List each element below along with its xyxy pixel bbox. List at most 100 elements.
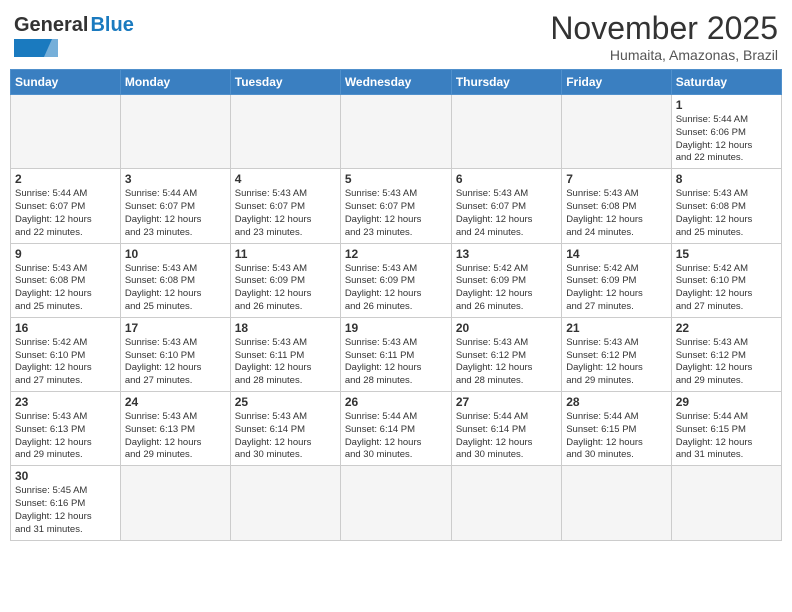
day-number: 20: [456, 321, 557, 335]
day-cell: 29Sunrise: 5:44 AMSunset: 6:15 PMDayligh…: [671, 392, 781, 466]
day-cell: 22 Sunrise: 5:43 AMSunset: 6:12 PMDayligh…: [671, 317, 781, 391]
day-info: Sunrise: 5:44 AMSunset: 6:15 PMDaylight:…: [566, 411, 666, 462]
day-cell: 1Sunrise: 5:44 AMSunset: 6:06 PMDaylight…: [671, 95, 781, 169]
day-number: 8: [676, 172, 777, 186]
day-info: Sunrise: 5:43 AMSunset: 6:12 PMDaylight:…: [676, 337, 777, 388]
day-number: 19: [345, 321, 447, 335]
week-row-5: 23Sunrise: 5:43 AMSunset: 6:13 PMDayligh…: [11, 392, 782, 466]
day-number: 17: [125, 321, 226, 335]
logo: General Blue: [14, 10, 134, 57]
day-cell: [120, 466, 230, 540]
day-info: Sunrise: 5:42 AMSunset: 6:09 PMDaylight:…: [566, 263, 666, 314]
day-cell: [340, 466, 451, 540]
day-number: 12: [345, 247, 447, 261]
day-cell: 27Sunrise: 5:44 AMSunset: 6:14 PMDayligh…: [451, 392, 561, 466]
day-info: Sunrise: 5:43 AMSunset: 6:09 PMDaylight:…: [235, 263, 336, 314]
day-cell: 2 Sunrise: 5:44 AMSunset: 6:07 PMDaylight…: [11, 169, 121, 243]
logo-icon: [14, 39, 58, 57]
day-cell: 7 Sunrise: 5:43 AMSunset: 6:08 PMDaylight…: [562, 169, 671, 243]
day-info: Sunrise: 5:43 AMSunset: 6:08 PMDaylight:…: [676, 188, 777, 239]
day-cell: 16 Sunrise: 5:42 AMSunset: 6:10 PMDayligh…: [11, 317, 121, 391]
day-info: Sunrise: 5:43 AMSunset: 6:11 PMDaylight:…: [345, 337, 447, 388]
day-cell: 13 Sunrise: 5:42 AMSunset: 6:09 PMDayligh…: [451, 243, 561, 317]
day-cell: [120, 95, 230, 169]
day-cell: 20 Sunrise: 5:43 AMSunset: 6:12 PMDayligh…: [451, 317, 561, 391]
day-cell: 18Sunrise: 5:43 AMSunset: 6:11 PMDayligh…: [230, 317, 340, 391]
day-cell: [562, 95, 671, 169]
weekday-header-tuesday: Tuesday: [230, 70, 340, 95]
day-info: Sunrise: 5:42 AMSunset: 6:09 PMDaylight:…: [456, 263, 557, 314]
day-cell: 30Sunrise: 5:45 AMSunset: 6:16 PMDayligh…: [11, 466, 121, 540]
day-cell: 25 Sunrise: 5:43 AMSunset: 6:14 PMDayligh…: [230, 392, 340, 466]
week-row-6: 30Sunrise: 5:45 AMSunset: 6:16 PMDayligh…: [11, 466, 782, 540]
day-cell: 26Sunrise: 5:44 AMSunset: 6:14 PMDayligh…: [340, 392, 451, 466]
day-info: Sunrise: 5:44 AMSunset: 6:07 PMDaylight:…: [15, 188, 116, 239]
day-cell: 17 Sunrise: 5:43 AMSunset: 6:10 PMDayligh…: [120, 317, 230, 391]
day-cell: 6 Sunrise: 5:43 AMSunset: 6:07 PMDaylight…: [451, 169, 561, 243]
day-cell: 5Sunrise: 5:43 AMSunset: 6:07 PMDaylight…: [340, 169, 451, 243]
day-cell: 8 Sunrise: 5:43 AMSunset: 6:08 PMDaylight…: [671, 169, 781, 243]
day-number: 25: [235, 395, 336, 409]
day-number: 29: [676, 395, 777, 409]
day-cell: 24Sunrise: 5:43 AMSunset: 6:13 PMDayligh…: [120, 392, 230, 466]
day-number: 15: [676, 247, 777, 261]
title-area: November 2025 Humaita, Amazonas, Brazil: [550, 10, 778, 63]
day-info: Sunrise: 5:43 AMSunset: 6:07 PMDaylight:…: [456, 188, 557, 239]
day-cell: [340, 95, 451, 169]
calendar: SundayMondayTuesdayWednesdayThursdayFrid…: [10, 69, 782, 541]
day-number: 9: [15, 247, 116, 261]
day-number: 3: [125, 172, 226, 186]
day-cell: [671, 466, 781, 540]
day-cell: 10Sunrise: 5:43 AMSunset: 6:08 PMDayligh…: [120, 243, 230, 317]
week-row-2: 2 Sunrise: 5:44 AMSunset: 6:07 PMDaylight…: [11, 169, 782, 243]
day-info: Sunrise: 5:43 AMSunset: 6:09 PMDaylight:…: [345, 263, 447, 314]
day-number: 21: [566, 321, 666, 335]
day-cell: 11 Sunrise: 5:43 AMSunset: 6:09 PMDayligh…: [230, 243, 340, 317]
day-cell: 3 Sunrise: 5:44 AMSunset: 6:07 PMDaylight…: [120, 169, 230, 243]
header: General Blue November 2025 Humaita, Amaz…: [10, 10, 782, 63]
weekday-header-thursday: Thursday: [451, 70, 561, 95]
day-cell: [230, 466, 340, 540]
day-info: Sunrise: 5:43 AMSunset: 6:13 PMDaylight:…: [15, 411, 116, 462]
day-cell: 21Sunrise: 5:43 AMSunset: 6:12 PMDayligh…: [562, 317, 671, 391]
day-info: Sunrise: 5:43 AMSunset: 6:07 PMDaylight:…: [235, 188, 336, 239]
day-number: 7: [566, 172, 666, 186]
day-cell: 12 Sunrise: 5:43 AMSunset: 6:09 PMDayligh…: [340, 243, 451, 317]
day-cell: 19 Sunrise: 5:43 AMSunset: 6:11 PMDayligh…: [340, 317, 451, 391]
day-number: 14: [566, 247, 666, 261]
day-cell: 28 Sunrise: 5:44 AMSunset: 6:15 PMDayligh…: [562, 392, 671, 466]
day-info: Sunrise: 5:43 AMSunset: 6:14 PMDaylight:…: [235, 411, 336, 462]
day-info: Sunrise: 5:43 AMSunset: 6:12 PMDaylight:…: [456, 337, 557, 388]
weekday-header-saturday: Saturday: [671, 70, 781, 95]
day-info: Sunrise: 5:44 AMSunset: 6:07 PMDaylight:…: [125, 188, 226, 239]
day-cell: 14 Sunrise: 5:42 AMSunset: 6:09 PMDayligh…: [562, 243, 671, 317]
day-number: 22: [676, 321, 777, 335]
weekday-header-sunday: Sunday: [11, 70, 121, 95]
weekday-header-friday: Friday: [562, 70, 671, 95]
day-number: 10: [125, 247, 226, 261]
day-cell: [451, 466, 561, 540]
day-cell: 23Sunrise: 5:43 AMSunset: 6:13 PMDayligh…: [11, 392, 121, 466]
day-number: 5: [345, 172, 447, 186]
day-cell: [451, 95, 561, 169]
month-year: November 2025: [550, 10, 778, 47]
day-number: 28: [566, 395, 666, 409]
day-info: Sunrise: 5:43 AMSunset: 6:11 PMDaylight:…: [235, 337, 336, 388]
day-number: 26: [345, 395, 447, 409]
day-cell: 9Sunrise: 5:43 AMSunset: 6:08 PMDaylight…: [11, 243, 121, 317]
day-number: 4: [235, 172, 336, 186]
day-number: 11: [235, 247, 336, 261]
day-info: Sunrise: 5:45 AMSunset: 6:16 PMDaylight:…: [15, 485, 116, 536]
weekday-header-wednesday: Wednesday: [340, 70, 451, 95]
day-info: Sunrise: 5:43 AMSunset: 6:08 PMDaylight:…: [566, 188, 666, 239]
day-number: 1: [676, 98, 777, 112]
day-cell: [11, 95, 121, 169]
day-number: 6: [456, 172, 557, 186]
day-number: 13: [456, 247, 557, 261]
day-info: Sunrise: 5:43 AMSunset: 6:10 PMDaylight:…: [125, 337, 226, 388]
day-info: Sunrise: 5:42 AMSunset: 6:10 PMDaylight:…: [15, 337, 116, 388]
day-number: 2: [15, 172, 116, 186]
day-cell: [562, 466, 671, 540]
day-cell: 15Sunrise: 5:42 AMSunset: 6:10 PMDayligh…: [671, 243, 781, 317]
day-number: 16: [15, 321, 116, 335]
